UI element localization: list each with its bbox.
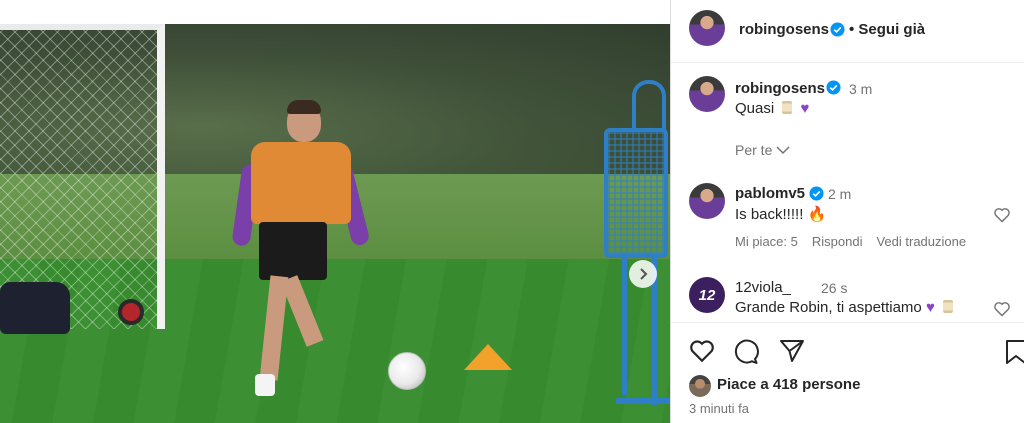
comment-author-name: 12viola_ <box>735 279 791 296</box>
hourglass-icon <box>943 300 954 313</box>
see-translation-label: Per te <box>735 142 773 158</box>
football <box>388 352 426 390</box>
chevron-right-icon <box>640 268 648 280</box>
comment-author[interactable]: 12viola_ <box>735 279 791 296</box>
caption-text-row: Quasi ♥ <box>735 100 809 117</box>
comment-author[interactable]: pablomv5 <box>735 185 805 202</box>
post-timestamp[interactable]: 3 minuti fa <box>689 401 749 416</box>
equipment-bag <box>0 282 70 334</box>
author-avatar[interactable] <box>689 10 725 46</box>
purple-heart-icon: ♥ <box>800 100 810 117</box>
reply-link[interactable]: Rispondi <box>812 234 863 249</box>
hourglass-icon <box>782 101 793 114</box>
see-translation-link[interactable]: Per te <box>735 142 790 158</box>
comment-text: Grande Robin, ti aspettiamo <box>735 299 922 316</box>
see-translation-link[interactable]: Vedi traduzione <box>876 234 966 249</box>
purple-heart-icon: ♥ <box>925 299 935 316</box>
caption-author[interactable]: robingosens <box>735 80 825 97</box>
next-image-button[interactable] <box>629 260 657 288</box>
post-image[interactable] <box>0 24 670 423</box>
following-status-button[interactable]: • Segui già <box>849 21 925 38</box>
post-sidebar: robingosens • Segui già robingosens 3 m … <box>670 0 1024 423</box>
training-dummy <box>602 80 670 410</box>
verified-badge-icon <box>826 80 841 95</box>
training-cone <box>464 344 512 370</box>
caption-author-avatar[interactable] <box>689 76 725 112</box>
comment-author-avatar[interactable]: 12 <box>689 277 725 313</box>
caption-text: Quasi <box>735 100 775 117</box>
comment-like-icon[interactable] <box>993 207 1011 223</box>
comment-likes-count[interactable]: Mi piace: 5 <box>735 234 798 249</box>
liker-avatar[interactable] <box>689 375 711 397</box>
comment-time: 26 s <box>821 280 848 296</box>
paper-plane-icon[interactable] <box>779 339 805 363</box>
verified-badge-icon <box>809 186 824 201</box>
avatar-logo-text: 12 <box>698 286 716 304</box>
comment-author-avatar[interactable] <box>689 183 725 219</box>
comment-time: 2 m <box>828 186 852 202</box>
comment-text-row: Is back!!!!! 🔥 <box>735 205 826 223</box>
comment-bubble-icon[interactable] <box>733 339 759 365</box>
comment-like-icon[interactable] <box>993 301 1011 317</box>
comment-text: Is back!!!!! <box>735 206 804 223</box>
verified-badge-icon <box>830 22 845 37</box>
chevron-down-icon <box>776 146 790 155</box>
goal-wheel <box>118 299 144 325</box>
caption-time: 3 m <box>849 81 873 97</box>
likes-count[interactable]: Piace a 418 persone <box>717 376 860 393</box>
comment-text-row: Grande Robin, ti aspettiamo ♥ <box>735 299 957 316</box>
author-username[interactable]: robingosens <box>739 21 829 38</box>
heart-outline-icon[interactable] <box>689 339 715 363</box>
player-figure <box>231 100 371 396</box>
bookmark-icon[interactable] <box>1005 339 1024 365</box>
comment-actions: Mi piace: 5 Rispondi Vedi traduzione <box>735 234 966 249</box>
post-header: robingosens • Segui già <box>671 0 1024 63</box>
fire-icon: 🔥 <box>807 206 827 223</box>
